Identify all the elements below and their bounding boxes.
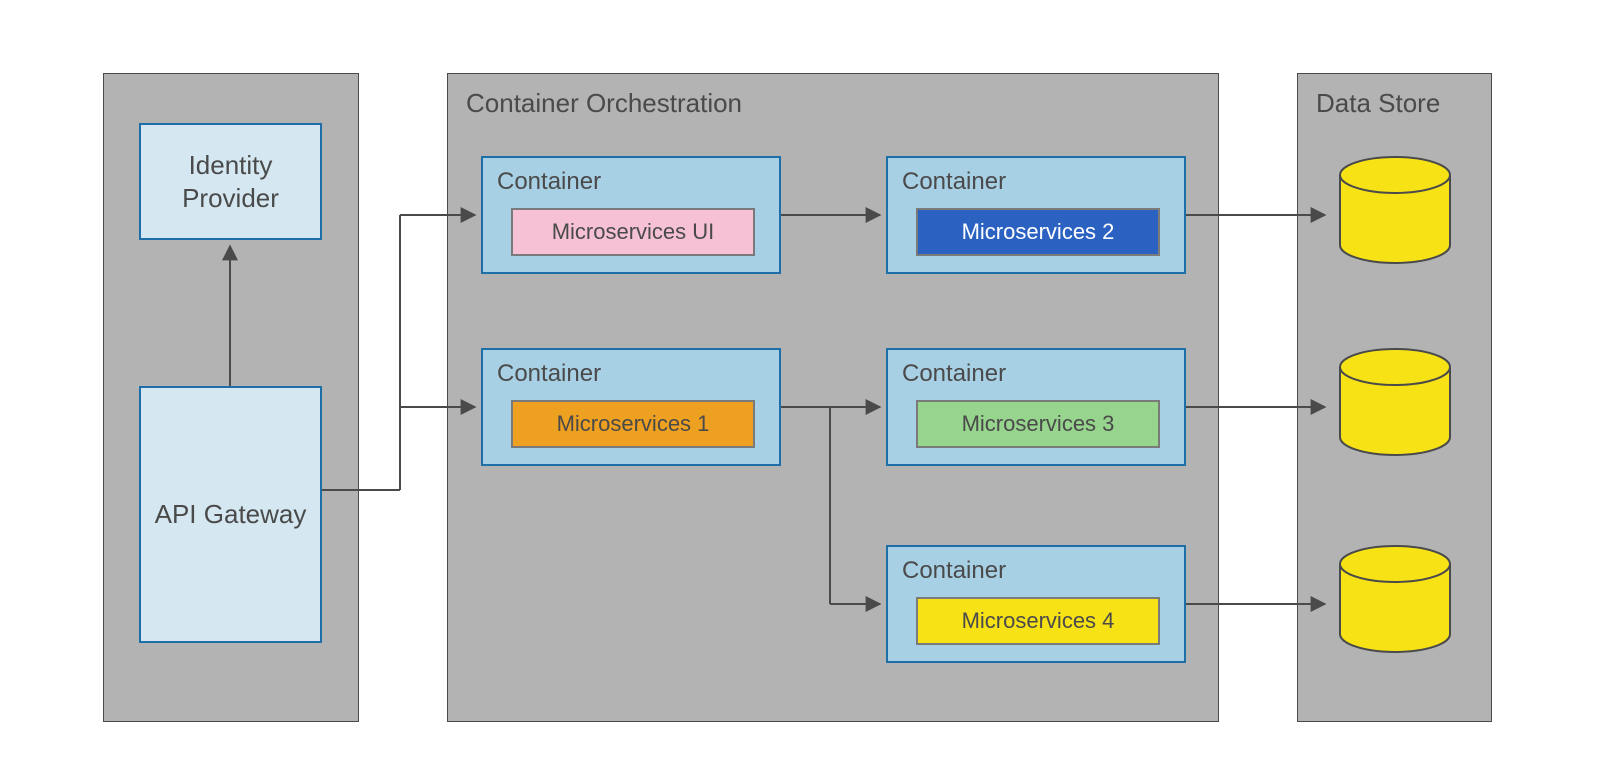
microservice-1: Microservices 1 bbox=[511, 400, 755, 448]
container-ui: Container Microservices UI bbox=[481, 156, 781, 274]
microservice-4-label: Microservices 4 bbox=[962, 608, 1115, 634]
microservice-4: Microservices 4 bbox=[916, 597, 1160, 645]
data-store-panel: Data Store bbox=[1297, 73, 1492, 722]
identity-provider-label: Identity Provider bbox=[182, 149, 279, 214]
identity-provider-box: Identity Provider bbox=[139, 123, 322, 240]
api-gateway-box: API Gateway bbox=[139, 386, 322, 643]
microservice-1-label: Microservices 1 bbox=[557, 411, 710, 437]
container-1-title: Container bbox=[483, 350, 779, 388]
microservice-3: Microservices 3 bbox=[916, 400, 1160, 448]
container-4: Container Microservices 4 bbox=[886, 545, 1186, 663]
diagram-canvas: Identity Provider API Gateway Container … bbox=[0, 0, 1600, 779]
container-3-title: Container bbox=[888, 350, 1184, 388]
microservice-2: Microservices 2 bbox=[916, 208, 1160, 256]
orchestration-title: Container Orchestration bbox=[448, 74, 1218, 119]
container-3: Container Microservices 3 bbox=[886, 348, 1186, 466]
microservice-3-label: Microservices 3 bbox=[962, 411, 1115, 437]
microservice-2-label: Microservices 2 bbox=[962, 219, 1115, 245]
api-gateway-label: API Gateway bbox=[155, 498, 307, 531]
microservice-ui-label: Microservices UI bbox=[552, 219, 715, 245]
container-4-title: Container bbox=[888, 547, 1184, 585]
container-1: Container Microservices 1 bbox=[481, 348, 781, 466]
container-ui-title: Container bbox=[483, 158, 779, 196]
container-2: Container Microservices 2 bbox=[886, 156, 1186, 274]
data-store-title: Data Store bbox=[1298, 74, 1491, 119]
container-2-title: Container bbox=[888, 158, 1184, 196]
microservice-ui: Microservices UI bbox=[511, 208, 755, 256]
